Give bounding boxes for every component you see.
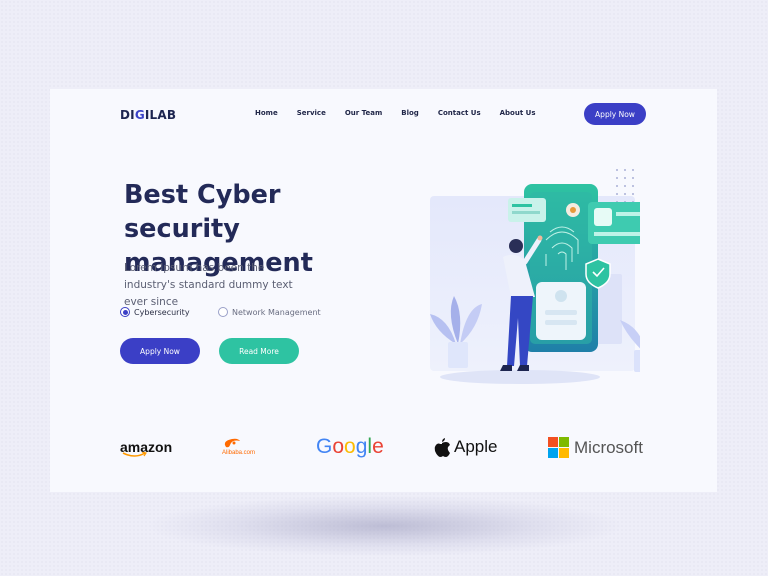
radio-network-management[interactable]: Network Management <box>218 307 321 317</box>
radio-cybersecurity[interactable]: Cybersecurity <box>120 307 190 317</box>
header-apply-now-button[interactable]: Apply Now <box>584 103 646 125</box>
microsoft-wordmark: Microsoft <box>574 437 643 457</box>
google-logo: Google <box>316 435 384 459</box>
apple-wordmark: Apple <box>454 437 498 456</box>
person-head <box>509 239 523 253</box>
landing-page-card: DIGILAB Home Service Our Team Blog Conta… <box>50 89 717 492</box>
google-letter-o2: o <box>344 435 356 458</box>
main-nav: Home Service Our Team Blog Contact Us Ab… <box>255 109 535 117</box>
floor-shadow <box>440 370 600 384</box>
nav-contact-us[interactable]: Contact Us <box>438 109 481 117</box>
card-shadow <box>150 496 620 556</box>
alibaba-wordmark: Alibaba.com <box>222 450 256 456</box>
microsoft-squares-icon <box>548 437 569 458</box>
logo-text-end: ILAB <box>144 108 177 122</box>
logo-text-start: DI <box>120 108 135 122</box>
hero-read-more-button[interactable]: Read More <box>219 338 299 364</box>
nav-our-team[interactable]: Our Team <box>345 109 382 117</box>
alibaba-icon <box>224 438 240 448</box>
radio-network-management-label: Network Management <box>232 307 321 317</box>
microsoft-logo: Microsoft <box>548 437 643 458</box>
google-letter-g: G <box>316 435 333 458</box>
hero-title-line1: Best Cyber security <box>124 180 281 244</box>
nav-service[interactable]: Service <box>297 109 326 117</box>
nav-blog[interactable]: Blog <box>401 109 419 117</box>
radio-selected-icon <box>120 307 130 317</box>
google-letter-e: e <box>372 435 384 458</box>
nav-home[interactable]: Home <box>255 109 278 117</box>
alibaba-logo: Alibaba.com <box>222 437 255 456</box>
amazon-smile-icon <box>122 452 147 457</box>
hero-subtitle: Lorem Ipsum has been the industry's stan… <box>124 262 293 308</box>
floating-card-left <box>508 198 546 222</box>
google-letter-g2: g <box>355 435 368 458</box>
cyber-security-illustration <box>430 169 640 384</box>
logo-text-accent: G <box>134 108 145 122</box>
partner-logos: amazon Alibaba.com Google Apple Microsof… <box>50 429 717 469</box>
google-letter-o1: o <box>332 435 345 458</box>
apple-logo: Apple <box>434 437 497 457</box>
hero-apply-now-button[interactable]: Apply Now <box>120 338 200 364</box>
apple-icon <box>434 437 450 457</box>
digilab-logo[interactable]: DIGILAB <box>120 108 176 122</box>
radio-unselected-icon <box>218 307 228 317</box>
amazon-logo: amazon <box>120 439 172 458</box>
radio-cybersecurity-label: Cybersecurity <box>134 307 190 317</box>
shield-check-icon <box>585 258 611 289</box>
nav-about-us[interactable]: About Us <box>500 109 536 117</box>
